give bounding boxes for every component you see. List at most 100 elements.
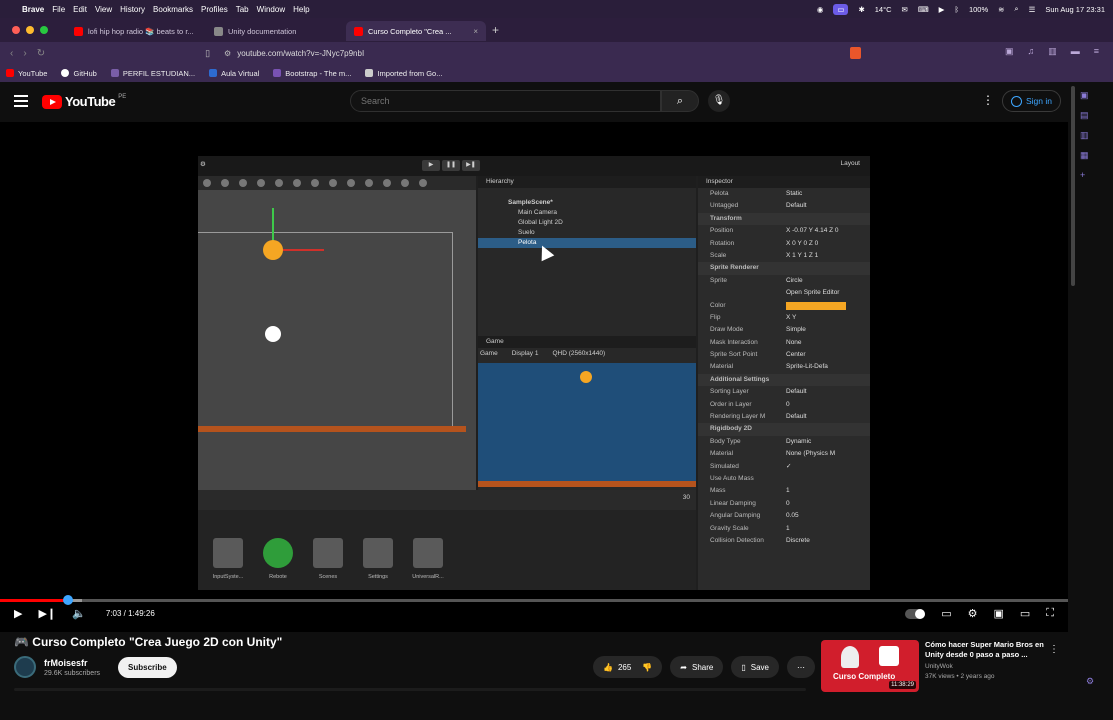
- menu-tab[interactable]: Tab: [236, 5, 249, 14]
- signin-button[interactable]: Sign in: [1002, 90, 1061, 112]
- inspector-field: Body Type Dynamic: [698, 436, 870, 448]
- share-button[interactable]: ➦ Share: [670, 656, 724, 678]
- menu-file[interactable]: File: [52, 5, 65, 14]
- sidebar-icon[interactable]: ▥: [1048, 46, 1057, 57]
- bookmark-bootstrap[interactable]: Bootstrap - The m...: [273, 69, 351, 78]
- game-ball-sprite: [580, 371, 592, 383]
- wifi-icon[interactable]: ≋: [998, 5, 1004, 14]
- brave-shields-icon[interactable]: [850, 47, 861, 59]
- settings-gear-icon[interactable]: ⚙: [968, 607, 978, 620]
- voice-search-button[interactable]: 🎙: [708, 90, 730, 112]
- bookmark-github[interactable]: GitHub: [61, 69, 97, 78]
- bookmark-perfil[interactable]: PERFIL ESTUDIAN...: [110, 69, 195, 78]
- sidebar-notes-icon[interactable]: ▦: [1080, 150, 1089, 161]
- next-icon[interactable]: ▶❙: [38, 607, 56, 620]
- thumbs-down-icon[interactable]: 👎: [642, 663, 652, 672]
- inspector-field: Draw Mode Simple: [698, 324, 870, 336]
- url-field[interactable]: youtube.com/watch?v=-JNyc7p9nbI: [237, 49, 364, 58]
- screenshot-icon[interactable]: ▣: [1005, 46, 1014, 57]
- search-button[interactable]: ⌕: [661, 90, 699, 112]
- menu-help[interactable]: Help: [293, 5, 309, 14]
- autoplay-toggle[interactable]: [905, 609, 926, 619]
- mail-icon[interactable]: ✉: [902, 5, 908, 14]
- more-options-icon[interactable]: ⋮: [982, 93, 994, 107]
- sidebar-add-icon[interactable]: +: [1080, 170, 1089, 180]
- theater-mode-icon[interactable]: ▭: [1020, 607, 1030, 620]
- channel-name[interactable]: frMoisesfr: [44, 658, 100, 668]
- music-icon[interactable]: ♫: [1027, 46, 1034, 57]
- bookmark-folder-imported[interactable]: Imported from Go...: [365, 69, 442, 78]
- color-swatch: [786, 301, 846, 310]
- back-icon[interactable]: ‹: [10, 48, 13, 59]
- weather-label[interactable]: 14°C: [875, 5, 892, 14]
- menu-bookmarks[interactable]: Bookmarks: [153, 5, 193, 14]
- menu-edit[interactable]: Edit: [73, 5, 87, 14]
- tab-unity-docs[interactable]: Unity documentation: [206, 21, 346, 41]
- recommended-thumbnail[interactable]: Curso Completo 11:38:29: [821, 640, 919, 692]
- page-scrollbar[interactable]: [1071, 86, 1075, 286]
- like-button[interactable]: 👍 265 👎: [593, 656, 663, 678]
- github-icon: [61, 69, 70, 77]
- recommended-more-icon[interactable]: ⋮: [1049, 644, 1059, 655]
- menu-history[interactable]: History: [120, 5, 145, 14]
- reload-icon[interactable]: ↻: [37, 48, 45, 59]
- datetime-label[interactable]: Sun Aug 17 23:31: [1045, 5, 1105, 14]
- play-status-icon[interactable]: ▶: [939, 5, 945, 14]
- brave-settings-icon[interactable]: ⚙: [1086, 676, 1094, 687]
- hamburger-menu-icon[interactable]: [14, 95, 28, 110]
- recommended-title[interactable]: Cómo hacer Super Mario Bros en Unity des…: [925, 640, 1047, 660]
- spotlight-icon[interactable]: ⌕: [1014, 4, 1018, 14]
- tab-curso-completo[interactable]: Curso Completo "Crea ... ×: [346, 21, 486, 41]
- close-tab-icon[interactable]: ×: [473, 27, 478, 36]
- channel-avatar[interactable]: [14, 656, 36, 678]
- sidebar-reading-icon[interactable]: ▣: [1080, 90, 1089, 101]
- menu-icon[interactable]: ≡: [1094, 46, 1099, 57]
- play-icon[interactable]: ▶: [14, 607, 22, 620]
- close-window-button[interactable]: [12, 26, 20, 34]
- minimize-window-button[interactable]: [26, 26, 34, 34]
- new-tab-button[interactable]: +: [492, 23, 499, 37]
- more-actions-button[interactable]: ⋯: [787, 656, 815, 678]
- recommended-video[interactable]: Curso Completo 11:38:29 Cómo hacer Super…: [821, 640, 1061, 692]
- forward-icon[interactable]: ›: [23, 48, 26, 59]
- bookmark-icon[interactable]: ▯: [205, 48, 210, 59]
- battery-label[interactable]: 100%: [969, 5, 988, 14]
- menu-view[interactable]: View: [95, 5, 112, 14]
- video-player[interactable]: ⚙ ▶ ❚❚ ▶❚ Layout Hierarchy SampleScene* …: [0, 122, 1068, 632]
- share-icon: ➦: [680, 662, 687, 672]
- captions-icon[interactable]: ▭: [941, 607, 951, 620]
- recommended-channel[interactable]: UnityWok: [925, 663, 1047, 670]
- menu-app-name[interactable]: Brave: [22, 5, 44, 14]
- zoom-window-button[interactable]: [40, 26, 48, 34]
- discord-icon[interactable]: ◉: [817, 5, 824, 14]
- tab-lofi[interactable]: lofi hip hop radio 📚 beats to r...: [66, 21, 206, 41]
- volume-icon[interactable]: 🔈: [72, 607, 86, 620]
- site-settings-icon[interactable]: ⚙: [224, 49, 231, 58]
- project-folder: Settings: [360, 538, 396, 580]
- miniplayer-icon[interactable]: ▣: [993, 607, 1003, 620]
- youtube-logo[interactable]: YouTube PE: [42, 94, 126, 109]
- search-input[interactable]: [350, 90, 661, 112]
- subscribe-button[interactable]: Subscribe: [118, 656, 177, 678]
- extension-icon[interactable]: ✱: [858, 5, 864, 14]
- screen-record-icon[interactable]: ▭: [833, 3, 849, 15]
- bookmark-youtube[interactable]: YouTube: [6, 69, 47, 78]
- bookmark-aula-virtual[interactable]: Aula Virtual: [209, 69, 259, 78]
- bluetooth-icon[interactable]: ᛒ: [954, 5, 959, 14]
- menu-profiles[interactable]: Profiles: [201, 5, 228, 14]
- inspector-field: Open Sprite Editor: [698, 287, 870, 299]
- control-center-icon[interactable]: ☰: [1029, 5, 1036, 14]
- sidebar-history-icon[interactable]: ▥: [1080, 130, 1089, 141]
- video-duration: 11:38:29: [889, 681, 916, 689]
- inspector-field: Collision Detection Discrete: [698, 535, 870, 547]
- inspector-field: Sprite Sort Point Center: [698, 349, 870, 361]
- fullscreen-icon[interactable]: ⛶: [1046, 607, 1054, 620]
- sidebar-bookmarks-icon[interactable]: ▤: [1080, 110, 1089, 121]
- youtube-favicon-icon: [354, 26, 363, 36]
- field-label: Sprite Sort Point: [710, 351, 758, 359]
- keyboard-icon[interactable]: ⌨: [918, 5, 929, 14]
- progress-bar[interactable]: [0, 595, 1068, 605]
- save-button[interactable]: ▯ Save: [731, 656, 779, 678]
- wallet-icon[interactable]: ▬: [1071, 46, 1080, 57]
- menu-window[interactable]: Window: [257, 5, 285, 14]
